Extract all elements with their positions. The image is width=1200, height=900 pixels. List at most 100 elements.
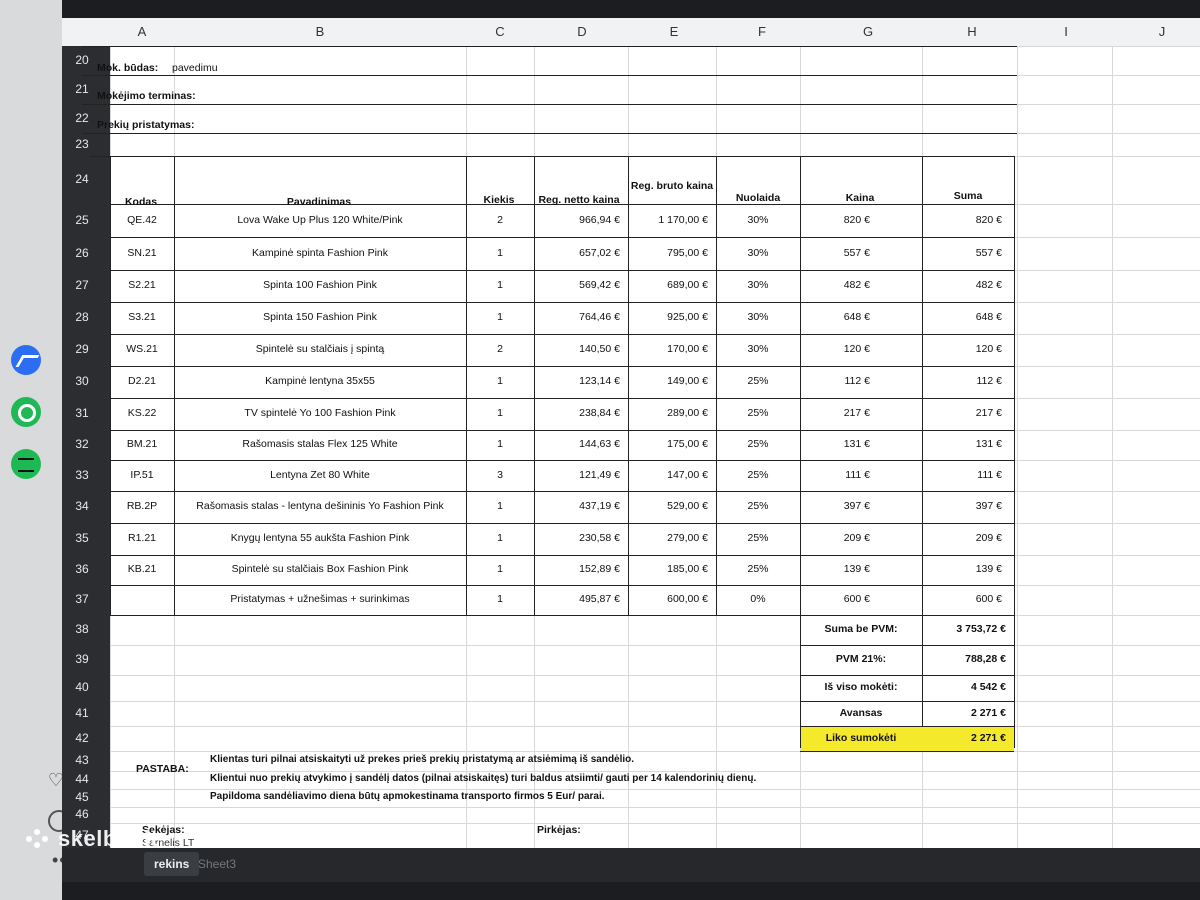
cell-sum[interactable]: 217 € [922, 407, 1002, 419]
cell-code[interactable]: KS.22 [110, 407, 174, 419]
cell-sum[interactable]: 209 € [922, 532, 1002, 544]
cell-gross[interactable]: 925,00 € [628, 311, 708, 323]
row-header-43[interactable]: 43 [62, 753, 102, 767]
cell-name[interactable]: Rašomasis stalas - lentyna dešininis Yo … [174, 500, 466, 512]
cell-discount[interactable]: 30% [716, 214, 800, 226]
cell-code[interactable]: SN.21 [110, 247, 174, 259]
cell-sum[interactable]: 112 € [922, 375, 1003, 387]
cell-sum[interactable]: 111 € [922, 469, 1002, 481]
cell-qty[interactable]: 1 [466, 532, 534, 544]
cell-net[interactable]: 121,49 € [534, 469, 620, 481]
cell-price[interactable]: 217 € [800, 407, 870, 419]
cell-gross[interactable]: 689,00 € [628, 279, 708, 291]
payment-method-value[interactable]: pavedimu [172, 62, 218, 74]
row-header-30[interactable]: 30 [62, 374, 102, 388]
cell-sum[interactable]: 397 € [922, 500, 1002, 512]
total-value[interactable]: 788,28 € [922, 653, 1006, 665]
cell-price[interactable]: 482 € [800, 279, 870, 291]
column-header-g[interactable]: G [853, 24, 883, 39]
row-header-34[interactable]: 34 [62, 499, 102, 513]
cell-name[interactable]: Rašomasis stalas Flex 125 White [174, 438, 466, 450]
cell-sum[interactable]: 139 € [922, 563, 1002, 575]
cell-discount[interactable]: 25% [716, 532, 800, 544]
cell-net[interactable]: 123,14 € [534, 375, 620, 387]
row-header-37[interactable]: 37 [62, 592, 102, 606]
cell-code[interactable]: D2.21 [110, 375, 174, 387]
column-header-i[interactable]: I [1051, 24, 1081, 39]
cell-gross[interactable]: 175,00 € [628, 438, 708, 450]
column-header-c[interactable]: C [485, 24, 515, 39]
column-header-f[interactable]: F [747, 24, 777, 39]
cell-name[interactable]: Spintelė su stalčiais Box Fashion Pink [174, 563, 466, 575]
cell-code[interactable]: S2.21 [110, 279, 174, 291]
cell-qty[interactable]: 1 [466, 247, 534, 259]
cell-net[interactable]: 437,19 € [534, 500, 620, 512]
cell-discount[interactable]: 30% [716, 311, 800, 323]
cell-price[interactable]: 111 € [800, 469, 870, 481]
cell-discount[interactable]: 30% [716, 279, 800, 291]
cell-code[interactable]: QE.42 [110, 214, 174, 226]
column-header-b[interactable]: B [305, 24, 335, 39]
cell-name[interactable]: Lova Wake Up Plus 120 White/Pink [174, 214, 466, 226]
total-value[interactable]: 2 271 € [922, 707, 1006, 719]
total-value[interactable]: 3 753,72 € [922, 623, 1006, 635]
cell-net[interactable]: 495,87 € [534, 593, 620, 605]
row-header-21[interactable]: 21 [62, 82, 102, 96]
cell-discount[interactable]: 25% [716, 563, 800, 575]
cell-gross[interactable]: 185,00 € [628, 563, 708, 575]
row-header-25[interactable]: 25 [62, 213, 102, 227]
cell-qty[interactable]: 1 [466, 438, 534, 450]
cell-discount[interactable]: 25% [716, 469, 800, 481]
cell-discount[interactable]: 25% [716, 500, 800, 512]
row-header-23[interactable]: 23 [62, 137, 102, 151]
cell-qty[interactable]: 1 [466, 563, 534, 575]
cell-gross[interactable]: 149,00 € [628, 375, 708, 387]
cell-sum[interactable]: 557 € [922, 247, 1002, 259]
row-header-31[interactable]: 31 [62, 406, 102, 420]
cell-net[interactable]: 966,94 € [534, 214, 620, 226]
row-header-28[interactable]: 28 [62, 310, 102, 324]
row-header-32[interactable]: 32 [62, 437, 102, 451]
cell-code[interactable]: BM.21 [110, 438, 174, 450]
cell-discount[interactable]: 30% [716, 343, 800, 355]
row-header-42[interactable]: 42 [62, 731, 102, 745]
cell-code[interactable]: IP.51 [110, 469, 174, 481]
cell-price[interactable]: 557 € [800, 247, 870, 259]
cell-qty[interactable]: 1 [466, 311, 534, 323]
total-value[interactable]: 2 271 € [922, 732, 1006, 744]
cell-price[interactable]: 820 € [800, 214, 870, 226]
row-header-26[interactable]: 26 [62, 246, 102, 260]
spotify-icon[interactable] [11, 449, 41, 479]
cell-price[interactable]: 120 € [800, 343, 870, 355]
total-value[interactable]: 4 542 € [922, 681, 1006, 693]
cell-sum[interactable]: 648 € [922, 311, 1002, 323]
cell-sum[interactable]: 131 € [922, 438, 1002, 450]
cell-code[interactable]: S3.21 [110, 311, 174, 323]
cell-qty[interactable]: 2 [466, 343, 534, 355]
tab-rekins[interactable]: rekins [144, 852, 200, 876]
cell-gross[interactable]: 529,00 € [628, 500, 708, 512]
row-header-44[interactable]: 44 [62, 772, 102, 786]
cell-sum[interactable]: 482 € [922, 279, 1002, 291]
cell-name[interactable]: TV spintelė Yo 100 Fashion Pink [174, 407, 466, 419]
cell-net[interactable]: 152,89 € [534, 563, 620, 575]
cell-discount[interactable]: 30% [716, 247, 800, 259]
messenger-icon[interactable] [11, 345, 41, 375]
cell-qty[interactable]: 1 [466, 279, 534, 291]
cell-price[interactable]: 600 € [800, 593, 870, 605]
row-header-46[interactable]: 46 [62, 807, 102, 821]
cell-gross[interactable]: 147,00 € [628, 469, 708, 481]
cell-gross[interactable]: 600,00 € [628, 593, 708, 605]
tab-sheet3[interactable]: Sheet3 [198, 852, 236, 876]
cell-qty[interactable]: 3 [466, 469, 534, 481]
cell-discount[interactable]: 25% [716, 407, 800, 419]
cell-code[interactable]: KB.21 [110, 563, 174, 575]
cell-qty[interactable]: 2 [466, 214, 534, 226]
row-header-45[interactable]: 45 [62, 790, 102, 804]
cell-gross[interactable]: 170,00 € [628, 343, 708, 355]
column-header-e[interactable]: E [659, 24, 689, 39]
cell-name[interactable]: Pristatymas + užnešimas + surinkimas [174, 593, 466, 605]
cell-net[interactable]: 764,46 € [534, 311, 620, 323]
cell-gross[interactable]: 289,00 € [628, 407, 708, 419]
row-header-29[interactable]: 29 [62, 342, 102, 356]
